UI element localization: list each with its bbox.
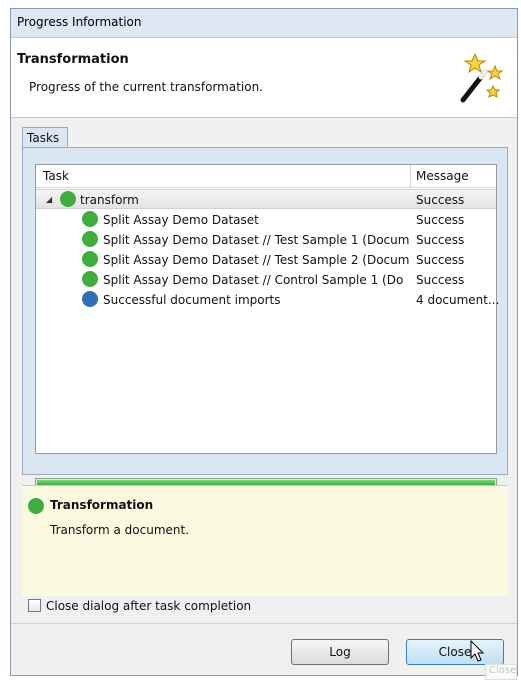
- info-icon: [82, 291, 98, 307]
- task-label: Split Assay Demo Dataset // Test Sample …: [103, 253, 409, 267]
- header-panel: Transformation Progress of the current t…: [11, 38, 517, 118]
- task-message: 4 document...: [416, 293, 500, 307]
- task-label: Successful document imports: [103, 293, 281, 307]
- tab-tasks[interactable]: Tasks: [22, 127, 68, 147]
- progress-dialog: Progress Information Transformation Prog…: [10, 8, 518, 676]
- mouse-cursor-icon: [470, 640, 484, 662]
- check-icon: [82, 231, 98, 247]
- table-row[interactable]: Split Assay Demo Dataset // Test Sample …: [36, 230, 496, 250]
- check-icon: [82, 251, 98, 267]
- column-header-message[interactable]: Message: [416, 169, 469, 183]
- check-icon: [82, 271, 98, 287]
- column-divider[interactable]: [410, 165, 411, 187]
- footer-divider: [11, 623, 517, 624]
- check-icon: [28, 498, 44, 514]
- table-row[interactable]: Split Assay Demo Dataset // Test Sample …: [36, 250, 496, 270]
- task-label: Split Assay Demo Dataset // Test Sample …: [103, 233, 409, 247]
- table-row[interactable]: Successful document imports 4 document..…: [36, 290, 500, 310]
- close-button[interactable]: Close: [406, 639, 504, 665]
- checkbox-label[interactable]: Close dialog after task completion: [46, 599, 251, 613]
- magic-wand-icon: [460, 52, 504, 103]
- task-label: Split Assay Demo Dataset: [103, 213, 259, 227]
- expand-toggle-icon[interactable]: ◢: [46, 195, 52, 204]
- column-header-task[interactable]: Task: [43, 169, 69, 183]
- detail-description: Transform a document.: [50, 523, 190, 537]
- table-row[interactable]: Split Assay Demo Dataset Success: [36, 210, 496, 230]
- task-tree[interactable]: Task Message ◢ transform Success Split A…: [35, 164, 500, 454]
- task-label: Split Assay Demo Dataset // Control Samp…: [103, 273, 404, 287]
- check-icon: [82, 211, 98, 227]
- checkbox-box[interactable]: [28, 599, 41, 612]
- task-message: Success: [416, 233, 465, 247]
- task-message: Success: [416, 193, 465, 207]
- window-title: Progress Information: [17, 15, 142, 29]
- detail-panel: Transformation Transform a document.: [22, 485, 508, 596]
- check-icon: [60, 191, 76, 207]
- title-bar: Progress Information: [11, 9, 517, 38]
- task-message: Success: [416, 213, 465, 227]
- task-label: transform: [80, 193, 139, 207]
- header-description: Progress of the current transformation.: [29, 80, 263, 94]
- tab-body: Task Message ◢ transform Success Split A…: [22, 147, 508, 494]
- table-row[interactable]: ◢ transform Success: [36, 189, 496, 209]
- header-title: Transformation: [17, 52, 129, 67]
- tasks-tab-folder: Tasks Task Message ◢ transform Success S…: [22, 127, 508, 494]
- close-tooltip: Close: [485, 664, 517, 680]
- table-header: Task Message: [36, 165, 496, 188]
- task-message: Success: [416, 253, 465, 267]
- log-button[interactable]: Log: [291, 639, 389, 665]
- task-message: Success: [416, 273, 465, 287]
- table-row[interactable]: Split Assay Demo Dataset // Control Samp…: [36, 270, 496, 290]
- detail-title: Transformation: [50, 498, 154, 512]
